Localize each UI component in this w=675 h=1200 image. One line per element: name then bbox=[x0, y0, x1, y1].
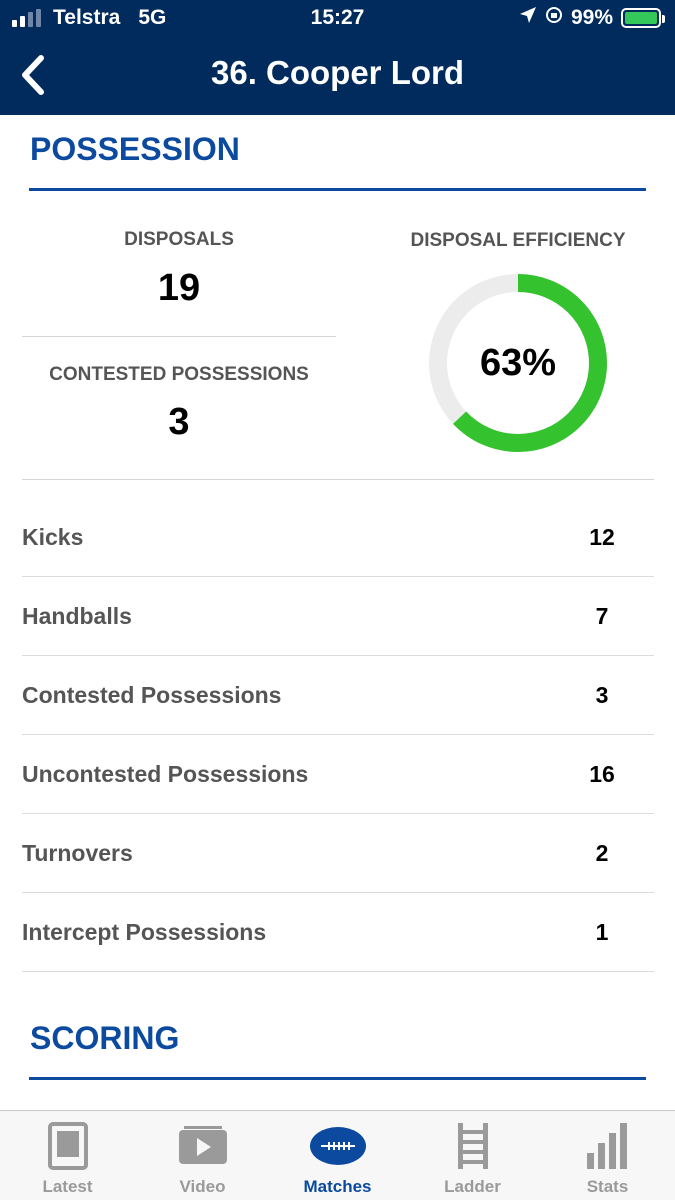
stat-divider bbox=[22, 336, 336, 337]
bar-chart-icon bbox=[540, 1121, 675, 1171]
stat-row: Turnovers 2 bbox=[22, 814, 654, 893]
stat-row: Contested Possessions 3 bbox=[22, 656, 654, 735]
battery-icon bbox=[621, 8, 665, 28]
stat-row: Intercept Possessions 1 bbox=[22, 893, 654, 972]
possession-rule bbox=[29, 188, 646, 191]
tab-label: Latest bbox=[42, 1177, 93, 1196]
efficiency-donut: 63% bbox=[427, 272, 609, 454]
location-arrow-icon bbox=[519, 6, 537, 30]
stat-row: Uncontested Possessions 16 bbox=[22, 735, 654, 814]
app-header: Telstra 5G 15:27 99% 36. Cooper Lord bbox=[0, 0, 675, 115]
battery-percent: 99% bbox=[570, 6, 613, 29]
tab-latest[interactable]: Latest bbox=[0, 1111, 135, 1200]
tab-matches[interactable]: Matches bbox=[270, 1111, 405, 1200]
efficiency-label: DISPOSAL EFFICIENCY bbox=[410, 230, 626, 251]
navigation-bar: 36. Cooper Lord bbox=[0, 40, 675, 115]
scoring-heading: SCORING bbox=[30, 1020, 180, 1056]
disposals-value: 19 bbox=[157, 267, 201, 309]
stat-row-label: Turnovers bbox=[22, 840, 133, 866]
stat-row-label: Uncontested Possessions bbox=[22, 761, 309, 787]
tab-ladder[interactable]: Ladder bbox=[405, 1111, 540, 1200]
status-bar: Telstra 5G 15:27 99% bbox=[0, 0, 675, 40]
stat-row-label: Handballs bbox=[22, 603, 132, 629]
stat-row-value: 3 bbox=[595, 682, 609, 708]
stat-row-label: Intercept Possessions bbox=[22, 919, 267, 945]
tab-label: Ladder bbox=[444, 1177, 501, 1196]
status-right: 99% bbox=[519, 6, 665, 30]
contested-value: 3 bbox=[168, 401, 190, 443]
tab-label: Stats bbox=[586, 1177, 629, 1196]
stat-row-label: Kicks bbox=[22, 524, 84, 550]
scoring-rule bbox=[29, 1077, 646, 1080]
tab-bar: Latest Video Matches Ladder Stats bbox=[0, 1110, 675, 1200]
stat-row-value: 1 bbox=[595, 919, 609, 945]
contested-label: CONTESTED POSSESSIONS bbox=[49, 364, 309, 385]
stat-row: Handballs 7 bbox=[22, 577, 654, 656]
disposals-label: DISPOSALS bbox=[124, 229, 234, 250]
stat-row-value: 2 bbox=[595, 840, 609, 866]
page-title: 36. Cooper Lord bbox=[210, 54, 465, 91]
ladder-icon bbox=[405, 1121, 540, 1171]
news-icon bbox=[0, 1121, 135, 1171]
tab-video[interactable]: Video bbox=[135, 1111, 270, 1200]
football-icon bbox=[270, 1121, 405, 1171]
tab-stats[interactable]: Stats bbox=[540, 1111, 675, 1200]
tab-label: Video bbox=[179, 1177, 226, 1196]
efficiency-value: 63% bbox=[479, 342, 557, 384]
stat-row-value: 16 bbox=[589, 761, 615, 787]
stat-row-value: 12 bbox=[589, 524, 615, 550]
stat-row-label: Contested Possessions bbox=[22, 682, 282, 708]
play-icon bbox=[135, 1121, 270, 1171]
tab-label: Matches bbox=[303, 1177, 372, 1196]
stat-row: Kicks 12 bbox=[22, 498, 654, 577]
stat-row-value: 7 bbox=[595, 603, 609, 629]
rotation-lock-icon bbox=[545, 6, 563, 30]
section-divider bbox=[22, 479, 654, 480]
possession-heading: POSSESSION bbox=[30, 131, 240, 167]
